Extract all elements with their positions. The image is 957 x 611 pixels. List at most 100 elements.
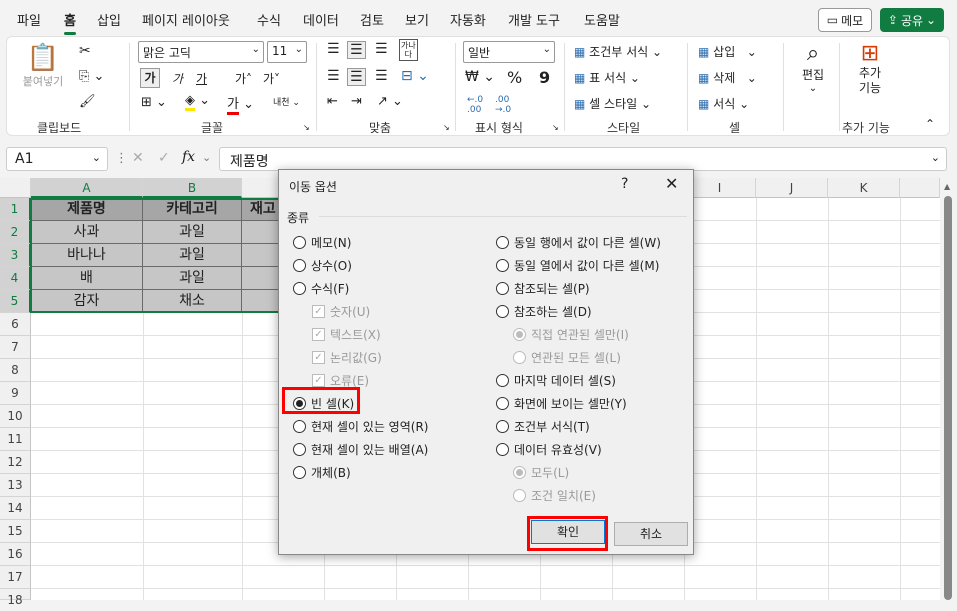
tab-review[interactable]: 검토 <box>360 10 384 29</box>
row-header[interactable]: 3 <box>0 244 31 267</box>
option-precedents[interactable]: 참조되는 셀(P) <box>496 280 590 297</box>
row-header[interactable]: 4 <box>0 267 31 290</box>
increase-decimal-icon[interactable]: ←.0.00 <box>467 95 483 115</box>
tab-formulas[interactable]: 수식 <box>257 10 281 29</box>
number-format-select[interactable]: 일반 ⌄ <box>463 41 555 63</box>
row-header[interactable]: 12 <box>0 451 31 474</box>
underline-button[interactable]: 가 <box>196 70 207 87</box>
tab-home[interactable]: 홈 <box>64 10 76 35</box>
grow-font-icon[interactable]: 가˄ <box>235 70 252 87</box>
row-header[interactable]: 9 <box>0 382 31 405</box>
editing-button[interactable]: ⌕ 편집 ⌄ <box>797 41 829 94</box>
row-header[interactable]: 7 <box>0 336 31 359</box>
increase-indent-icon[interactable]: ⇥ <box>351 94 362 109</box>
table-cell[interactable]: 과일 <box>143 244 242 267</box>
checkbox-logicals[interactable]: ✓ 논리값(G) <box>312 349 382 366</box>
scrollbar-thumb[interactable] <box>944 196 952 600</box>
option-validation-same[interactable]: 조건 일치(E) <box>513 487 596 504</box>
format-painter-icon[interactable]: 🖌 <box>79 94 96 109</box>
checkbox-text[interactable]: ✓ 텍스트(X) <box>312 326 381 343</box>
row-header[interactable]: 2 <box>0 221 31 244</box>
cut-icon[interactable]: ✂ <box>79 43 91 59</box>
table-cell[interactable]: 과일 <box>143 267 242 290</box>
row-header[interactable]: 15 <box>0 520 31 543</box>
font-name-select[interactable]: 맑은 고딕 ⌄ <box>138 41 264 63</box>
bold-button[interactable]: 가 <box>140 68 160 88</box>
row-header[interactable]: 11 <box>0 428 31 451</box>
option-all-levels[interactable]: 연관된 모든 셀(L) <box>513 349 621 366</box>
row-header[interactable]: 14 <box>0 497 31 520</box>
column-header[interactable]: A <box>31 178 143 198</box>
currency-icon[interactable]: ₩ ⌄ <box>465 69 495 85</box>
enter-icon[interactable]: ✓ <box>158 150 170 166</box>
dialog-launcher-icon[interactable]: ↘ <box>552 123 559 132</box>
option-last-cell[interactable]: 마지막 데이터 셀(S) <box>496 372 616 389</box>
delete-cells-button[interactable]: ▦ 삭제 ⌄ <box>698 69 757 86</box>
font-size-select[interactable]: 11 ⌄ <box>267 41 307 63</box>
option-current-region[interactable]: 현재 셀이 있는 영역(R) <box>293 418 428 435</box>
option-visible-cells[interactable]: 화면에 보이는 셀만(Y) <box>496 395 627 412</box>
column-header[interactable] <box>900 178 940 198</box>
align-bottom-icon[interactable]: ☰ <box>375 41 388 57</box>
insert-cells-button[interactable]: ▦ 삽입 ⌄ <box>698 43 757 60</box>
tab-data[interactable]: 데이터 <box>303 10 339 29</box>
option-direct-only[interactable]: 직접 연관된 셀만(I) <box>513 326 629 343</box>
option-conditional-formats[interactable]: 조건부 서식(T) <box>496 418 590 435</box>
cell-styles-button[interactable]: ▦ 셀 스타일 ⌄ <box>574 95 651 112</box>
column-header[interactable]: K <box>828 178 900 198</box>
option-validation-all[interactable]: 모두(L) <box>513 464 569 481</box>
table-cell[interactable]: 배 <box>31 267 143 290</box>
add-ins-button[interactable]: ⊞ 추가 기능 <box>853 41 887 96</box>
column-header[interactable]: B <box>143 178 242 198</box>
cancel-button[interactable]: 취소 <box>614 522 688 546</box>
row-header[interactable]: 13 <box>0 474 31 497</box>
option-objects[interactable]: 개체(B) <box>293 464 351 481</box>
table-cell[interactable]: 과일 <box>143 221 242 244</box>
align-top-icon[interactable]: ☰ <box>327 41 340 57</box>
table-cell[interactable]: 제품명 <box>31 198 143 221</box>
option-constants[interactable]: 상수(O) <box>293 257 352 274</box>
row-header[interactable]: 10 <box>0 405 31 428</box>
scroll-up-icon[interactable]: ▲ <box>944 182 950 191</box>
row-header[interactable]: 6 <box>0 313 31 336</box>
table-cell[interactable]: 사과 <box>31 221 143 244</box>
tab-file[interactable]: 파일 <box>17 10 41 29</box>
font-color-icon[interactable]: 가 ⌄ <box>227 93 254 115</box>
comments-button[interactable]: ▭ 메모 <box>818 8 872 32</box>
format-as-table-button[interactable]: ▦ 표 서식 ⌄ <box>574 69 640 86</box>
tab-automate[interactable]: 자동화 <box>450 10 486 29</box>
tab-developer[interactable]: 개발 도구 <box>508 10 560 29</box>
merge-center-icon[interactable]: ⊟ ⌄ <box>401 68 429 84</box>
row-header[interactable]: 5 <box>0 290 31 313</box>
option-dependents[interactable]: 참조하는 셀(D) <box>496 303 592 320</box>
wrap-text-button[interactable]: 가나 다 <box>399 39 418 61</box>
align-left-icon[interactable]: ☰ <box>327 68 340 84</box>
tab-help[interactable]: 도움말 <box>584 10 620 29</box>
row-header[interactable]: 18 <box>0 589 31 607</box>
table-cell[interactable]: 바나나 <box>31 244 143 267</box>
vertical-scrollbar[interactable]: ▲ <box>940 178 957 600</box>
collapse-ribbon-icon[interactable]: ⌃ <box>925 117 935 131</box>
option-row-differences[interactable]: 동일 행에서 값이 다른 셀(W) <box>496 234 661 251</box>
name-box[interactable]: A1 ⌄ <box>6 147 108 171</box>
shrink-font-icon[interactable]: 가˅ <box>263 70 280 87</box>
orientation-icon[interactable]: ↗ ⌄ <box>377 94 403 109</box>
option-data-validation[interactable]: 데이터 유효성(V) <box>496 441 602 458</box>
tab-insert[interactable]: 삽입 <box>97 10 121 29</box>
insert-function-button[interactable]: fx <box>182 149 195 165</box>
help-button[interactable]: ? <box>621 176 628 192</box>
table-cell[interactable]: 감자 <box>31 290 143 313</box>
column-header[interactable]: I <box>684 178 756 198</box>
option-comments[interactable]: 메모(N) <box>293 234 351 251</box>
table-cell[interactable]: 채소 <box>143 290 242 313</box>
row-header[interactable]: 16 <box>0 543 31 566</box>
italic-button[interactable]: 가 <box>172 70 183 87</box>
decrease-decimal-icon[interactable]: .00 →.0 <box>495 95 511 115</box>
share-button[interactable]: ⇪ 공유 ⌄ <box>880 8 944 32</box>
format-cells-button[interactable]: ▦ 서식 ⌄ <box>698 95 749 112</box>
border-icon[interactable]: ⊞ ⌄ <box>141 95 167 110</box>
row-header[interactable]: 1 <box>0 198 31 221</box>
align-center-icon[interactable]: ☰ <box>347 68 366 86</box>
option-formulas[interactable]: 수식(F) <box>293 280 349 297</box>
tab-view[interactable]: 보기 <box>405 10 429 29</box>
